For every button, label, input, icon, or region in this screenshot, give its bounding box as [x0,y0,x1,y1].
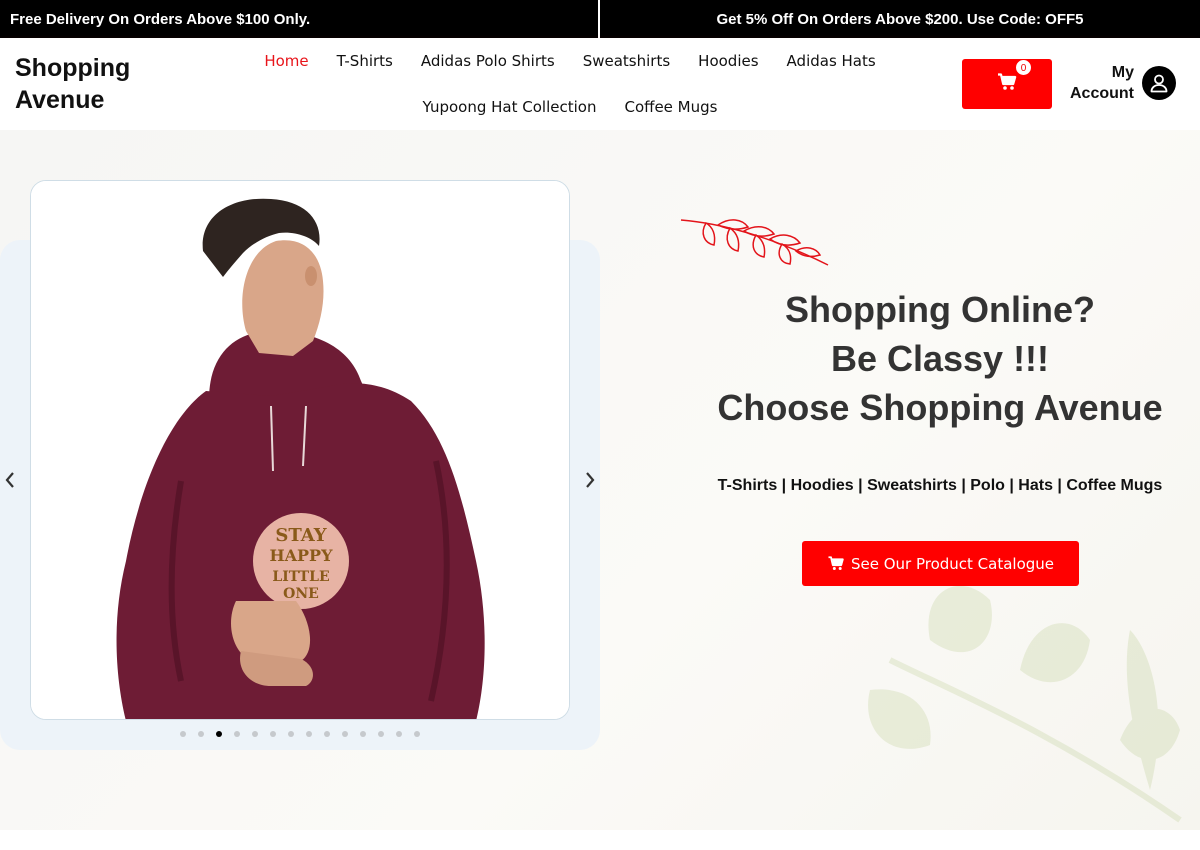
user-icon [1142,66,1176,100]
slider-dot[interactable] [198,731,204,737]
nav-item-adidas-hats[interactable]: Adidas Hats [773,52,890,70]
slider-dot[interactable] [288,731,294,737]
nav-item-coffee-mugs[interactable]: Coffee Mugs [610,98,731,116]
my-account-link[interactable]: My Account [1070,62,1176,104]
slider-dot[interactable] [216,731,222,737]
slider-dot[interactable] [270,731,276,737]
main-nav: Home T-Shirts Adidas Polo Shirts Sweatsh… [260,38,880,130]
cta-label: See Our Product Catalogue [850,554,1055,573]
promo-discount: Get 5% Off On Orders Above $200. Use Cod… [716,10,1084,28]
page-below-fold [0,830,1200,850]
chevron-right-icon [586,472,595,488]
slider-dot[interactable] [324,731,330,737]
nav-row-1: Home T-Shirts Adidas Polo Shirts Sweatsh… [260,38,880,84]
account-label-line-1: My [1111,64,1134,81]
nav-item-adidas-polo-shirts[interactable]: Adidas Polo Shirts [407,52,569,70]
slider-next-button[interactable] [580,468,600,492]
slider-prev-button[interactable] [0,468,20,492]
hero-category-tagline: T-Shirts | Hoodies | Sweatshirts | Polo … [717,477,1163,494]
hero-section: STAY HAPPY LITTLE ONE Shopping Online? B… [0,130,1200,830]
cart-button[interactable]: 0 [962,59,1052,109]
logo-line-1: Shopping [15,54,131,82]
cart-icon [828,556,844,570]
cart-icon [997,72,1017,96]
slider-dot[interactable] [342,731,348,737]
hoodie-model-image: STAY HAPPY LITTLE ONE [31,181,569,719]
promo-bar: Free Delivery On Orders Above $100 Only.… [0,0,1200,38]
nav-item-home[interactable]: Home [250,52,322,70]
account-label: My Account [1070,62,1134,104]
site-logo[interactable]: Shopping Avenue [15,52,175,116]
promo-free-delivery: Free Delivery On Orders Above $100 Only. [0,0,600,38]
logo-line-2: Avenue [15,86,105,114]
svg-text:LITTLE: LITTLE [272,569,329,585]
account-label-line-2: Account [1070,85,1134,102]
cart-count-badge: 0 [1015,59,1032,76]
hero-headline: Shopping Online? Be Classy !!! Choose Sh… [700,285,1180,432]
leaf-background-decoration [868,585,1182,823]
nav-item-hoodies[interactable]: Hoodies [684,52,772,70]
slider-pagination [180,731,420,737]
slider-dot[interactable] [306,731,312,737]
site-header: Shopping Avenue Home T-Shirts Adidas Pol… [0,38,1200,130]
nav-item-t-shirts[interactable]: T-Shirts [323,52,407,70]
slider-dot[interactable] [360,731,366,737]
headline-line-2: Be Classy !!! [830,338,1050,379]
slider-dot[interactable] [252,731,258,737]
slider-dot[interactable] [378,731,384,737]
red-branch-decoration [680,219,829,266]
headline-line-3: Choose Shopping Avenue [717,387,1163,428]
slider-dot[interactable] [396,731,402,737]
nav-item-sweatshirts[interactable]: Sweatshirts [569,52,684,70]
nav-row-2: Yupoong Hat Collection Coffee Mugs [260,84,880,130]
product-slide[interactable]: STAY HAPPY LITTLE ONE [30,180,570,720]
slider-dot[interactable] [234,731,240,737]
svg-text:ONE: ONE [283,586,319,602]
svg-text:HAPPY: HAPPY [269,546,333,565]
chevron-left-icon [5,472,14,488]
nav-item-yupoong-hat-collection[interactable]: Yupoong Hat Collection [409,98,611,116]
see-product-catalogue-button[interactable]: See Our Product Catalogue [802,541,1079,586]
slider-dot[interactable] [180,731,186,737]
svg-text:STAY: STAY [275,525,327,546]
headline-line-1: Shopping Online? [785,289,1095,330]
slider-dot[interactable] [414,731,420,737]
